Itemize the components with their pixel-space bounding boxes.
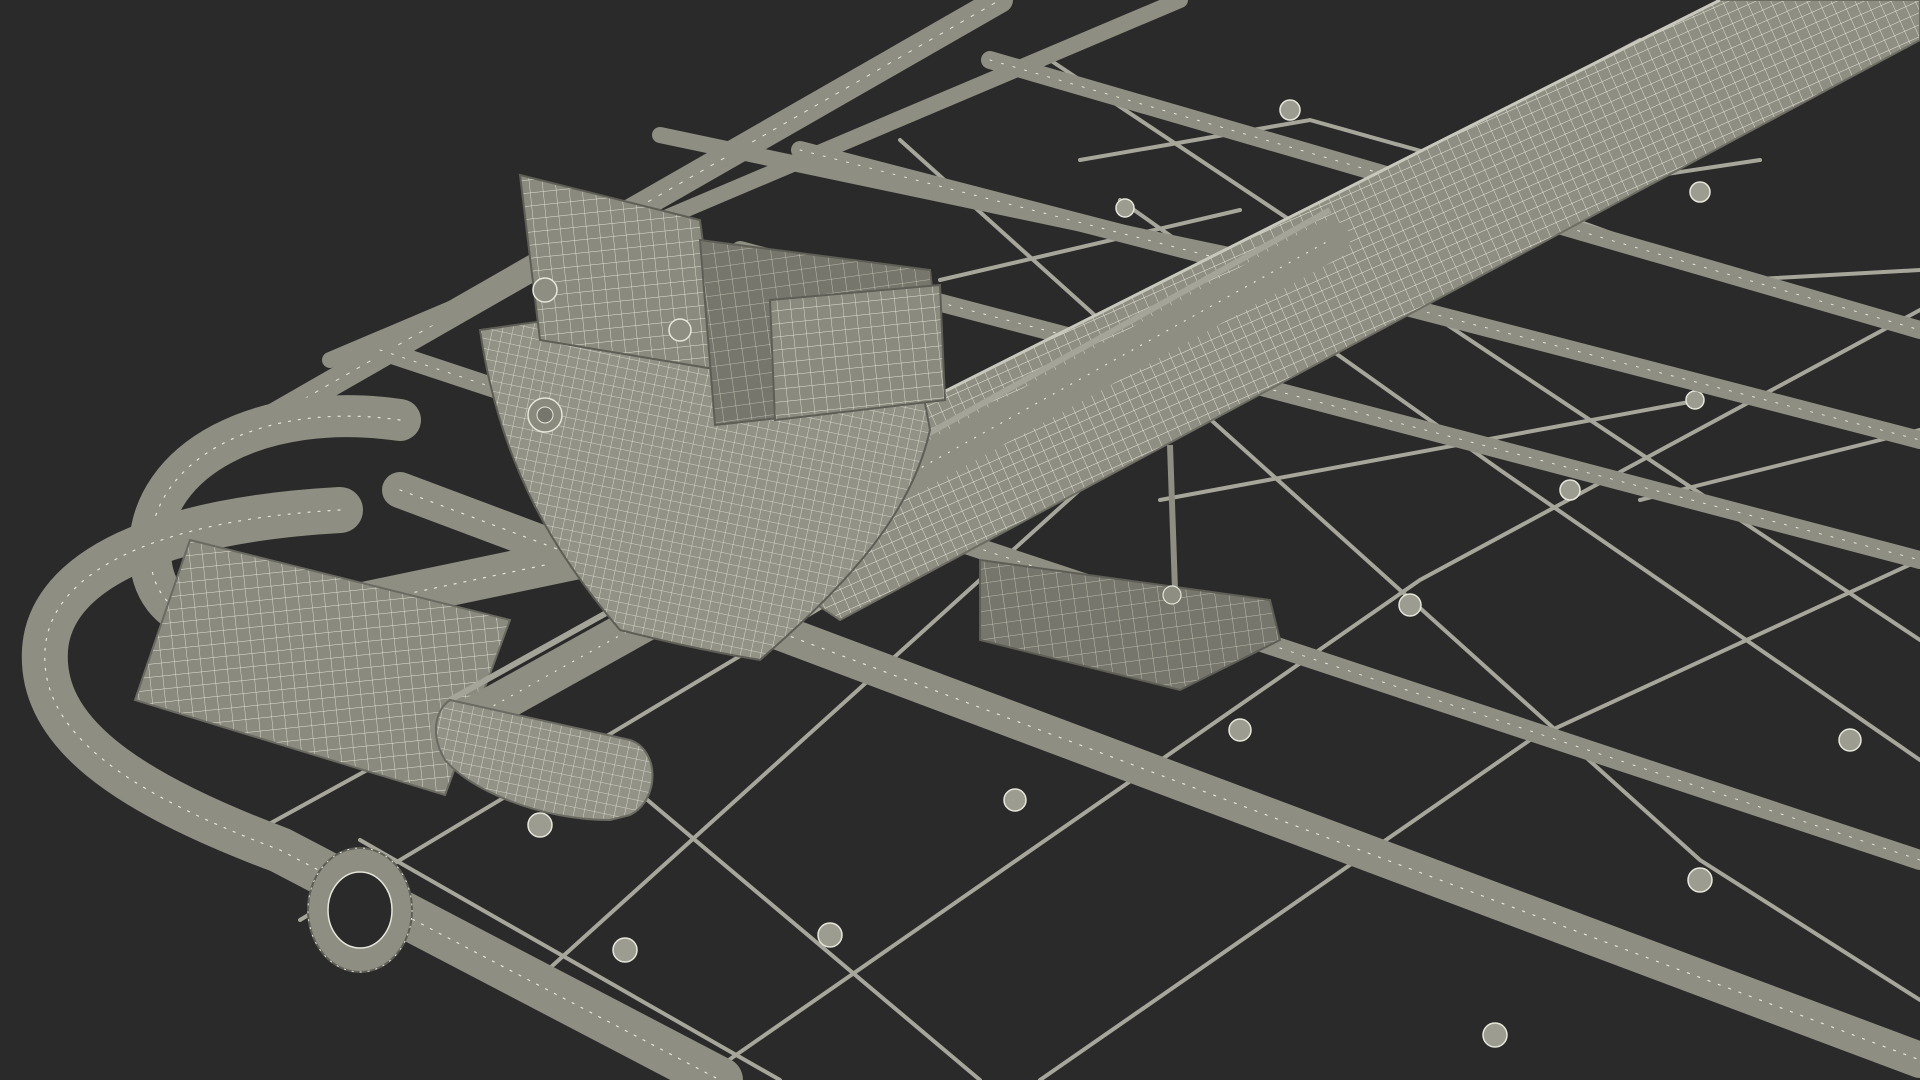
net-knot — [1838, 728, 1862, 752]
net-knot — [527, 812, 553, 838]
3d-viewport — [0, 0, 1920, 1080]
cargo-net — [238, 18, 1920, 1080]
net-knot — [1685, 390, 1705, 410]
net-knot — [1003, 788, 1027, 812]
tie-down-eyelet — [307, 847, 413, 973]
crossbar-end-cap — [434, 698, 654, 822]
net-knot — [1559, 479, 1581, 501]
net-knot — [817, 922, 843, 948]
wireframe-scene — [21, 0, 1920, 1080]
net-knot — [612, 937, 638, 963]
net-knot — [1228, 718, 1252, 742]
net-knot — [1398, 593, 1422, 617]
net-knot — [1482, 1022, 1508, 1048]
bolt-icon — [532, 277, 558, 303]
net-knot — [1689, 181, 1711, 203]
net-knot — [1687, 867, 1713, 893]
net-knot — [1279, 99, 1301, 121]
net-knot — [1115, 198, 1135, 218]
bolt-icon — [668, 318, 692, 342]
